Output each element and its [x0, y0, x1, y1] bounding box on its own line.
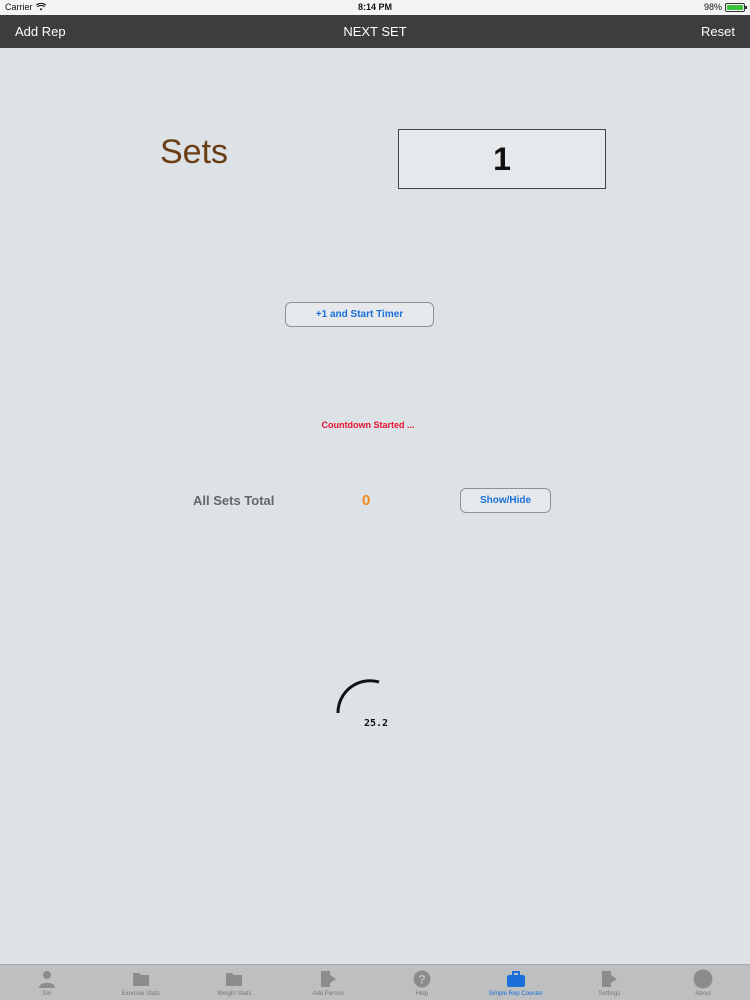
navigation-bar: Add Rep NEXT SET Reset — [0, 15, 750, 48]
all-sets-total-value: 0 — [362, 492, 371, 509]
show-hide-button[interactable]: Show/Hide — [460, 488, 551, 513]
tab-about[interactable]: About — [656, 965, 750, 1000]
status-time: 8:14 PM — [357, 2, 392, 12]
timer-value: 25.2 — [364, 718, 389, 729]
add-document-icon — [318, 969, 338, 989]
timer-arc-indicator — [336, 679, 380, 714]
status-bar: Carrier 8:14 PM 98% — [0, 0, 750, 15]
tab-bar: Sin Exercise Stats Weight Stats Add Pers… — [0, 964, 750, 1000]
folder-icon — [131, 969, 151, 989]
tab-weight-stats[interactable]: Weight Stats — [188, 965, 282, 1000]
plus-one-start-timer-button[interactable]: +1 and Start Timer — [285, 302, 434, 327]
battery-icon — [725, 2, 747, 12]
tab-label: Sin — [42, 991, 52, 997]
briefcase-icon — [506, 969, 526, 989]
sets-count-value: 1 — [493, 140, 511, 177]
battery-percent: 98% — [703, 2, 722, 12]
reset-button[interactable]: Reset — [701, 24, 735, 39]
tab-add-person[interactable]: Add Person — [281, 965, 375, 1000]
person-icon — [37, 969, 57, 989]
tab-sin[interactable]: Sin — [0, 965, 94, 1000]
help-icon: ? — [412, 969, 432, 989]
sets-label: Sets — [160, 133, 229, 171]
circle-icon — [693, 969, 713, 989]
tab-help[interactable]: ? Help — [375, 965, 469, 1000]
tab-label: About — [695, 991, 711, 997]
svg-text:?: ? — [418, 973, 425, 987]
tab-exercise-stats[interactable]: Exercise Stats — [94, 965, 188, 1000]
sets-count-display: 1 — [398, 129, 606, 189]
tab-label: Settings — [598, 991, 621, 997]
folder-icon — [224, 969, 244, 989]
battery-status: 98% — [703, 2, 747, 12]
tab-label: Add Person — [312, 991, 344, 997]
tab-label: Exercise Stats — [121, 991, 160, 997]
nav-title: NEXT SET — [343, 24, 407, 39]
settings-document-icon — [599, 969, 619, 989]
countdown-status: Countdown Started ... — [321, 420, 415, 430]
tab-label: Simple Rep Counter — [488, 991, 543, 997]
tab-simple-rep-counter[interactable]: Simple Rep Counter — [469, 965, 563, 1000]
tab-label: Weight Stats — [217, 991, 252, 997]
tab-settings[interactable]: Settings — [563, 965, 657, 1000]
tab-label: Help — [415, 991, 429, 997]
all-sets-total-label: All Sets Total — [193, 493, 275, 508]
